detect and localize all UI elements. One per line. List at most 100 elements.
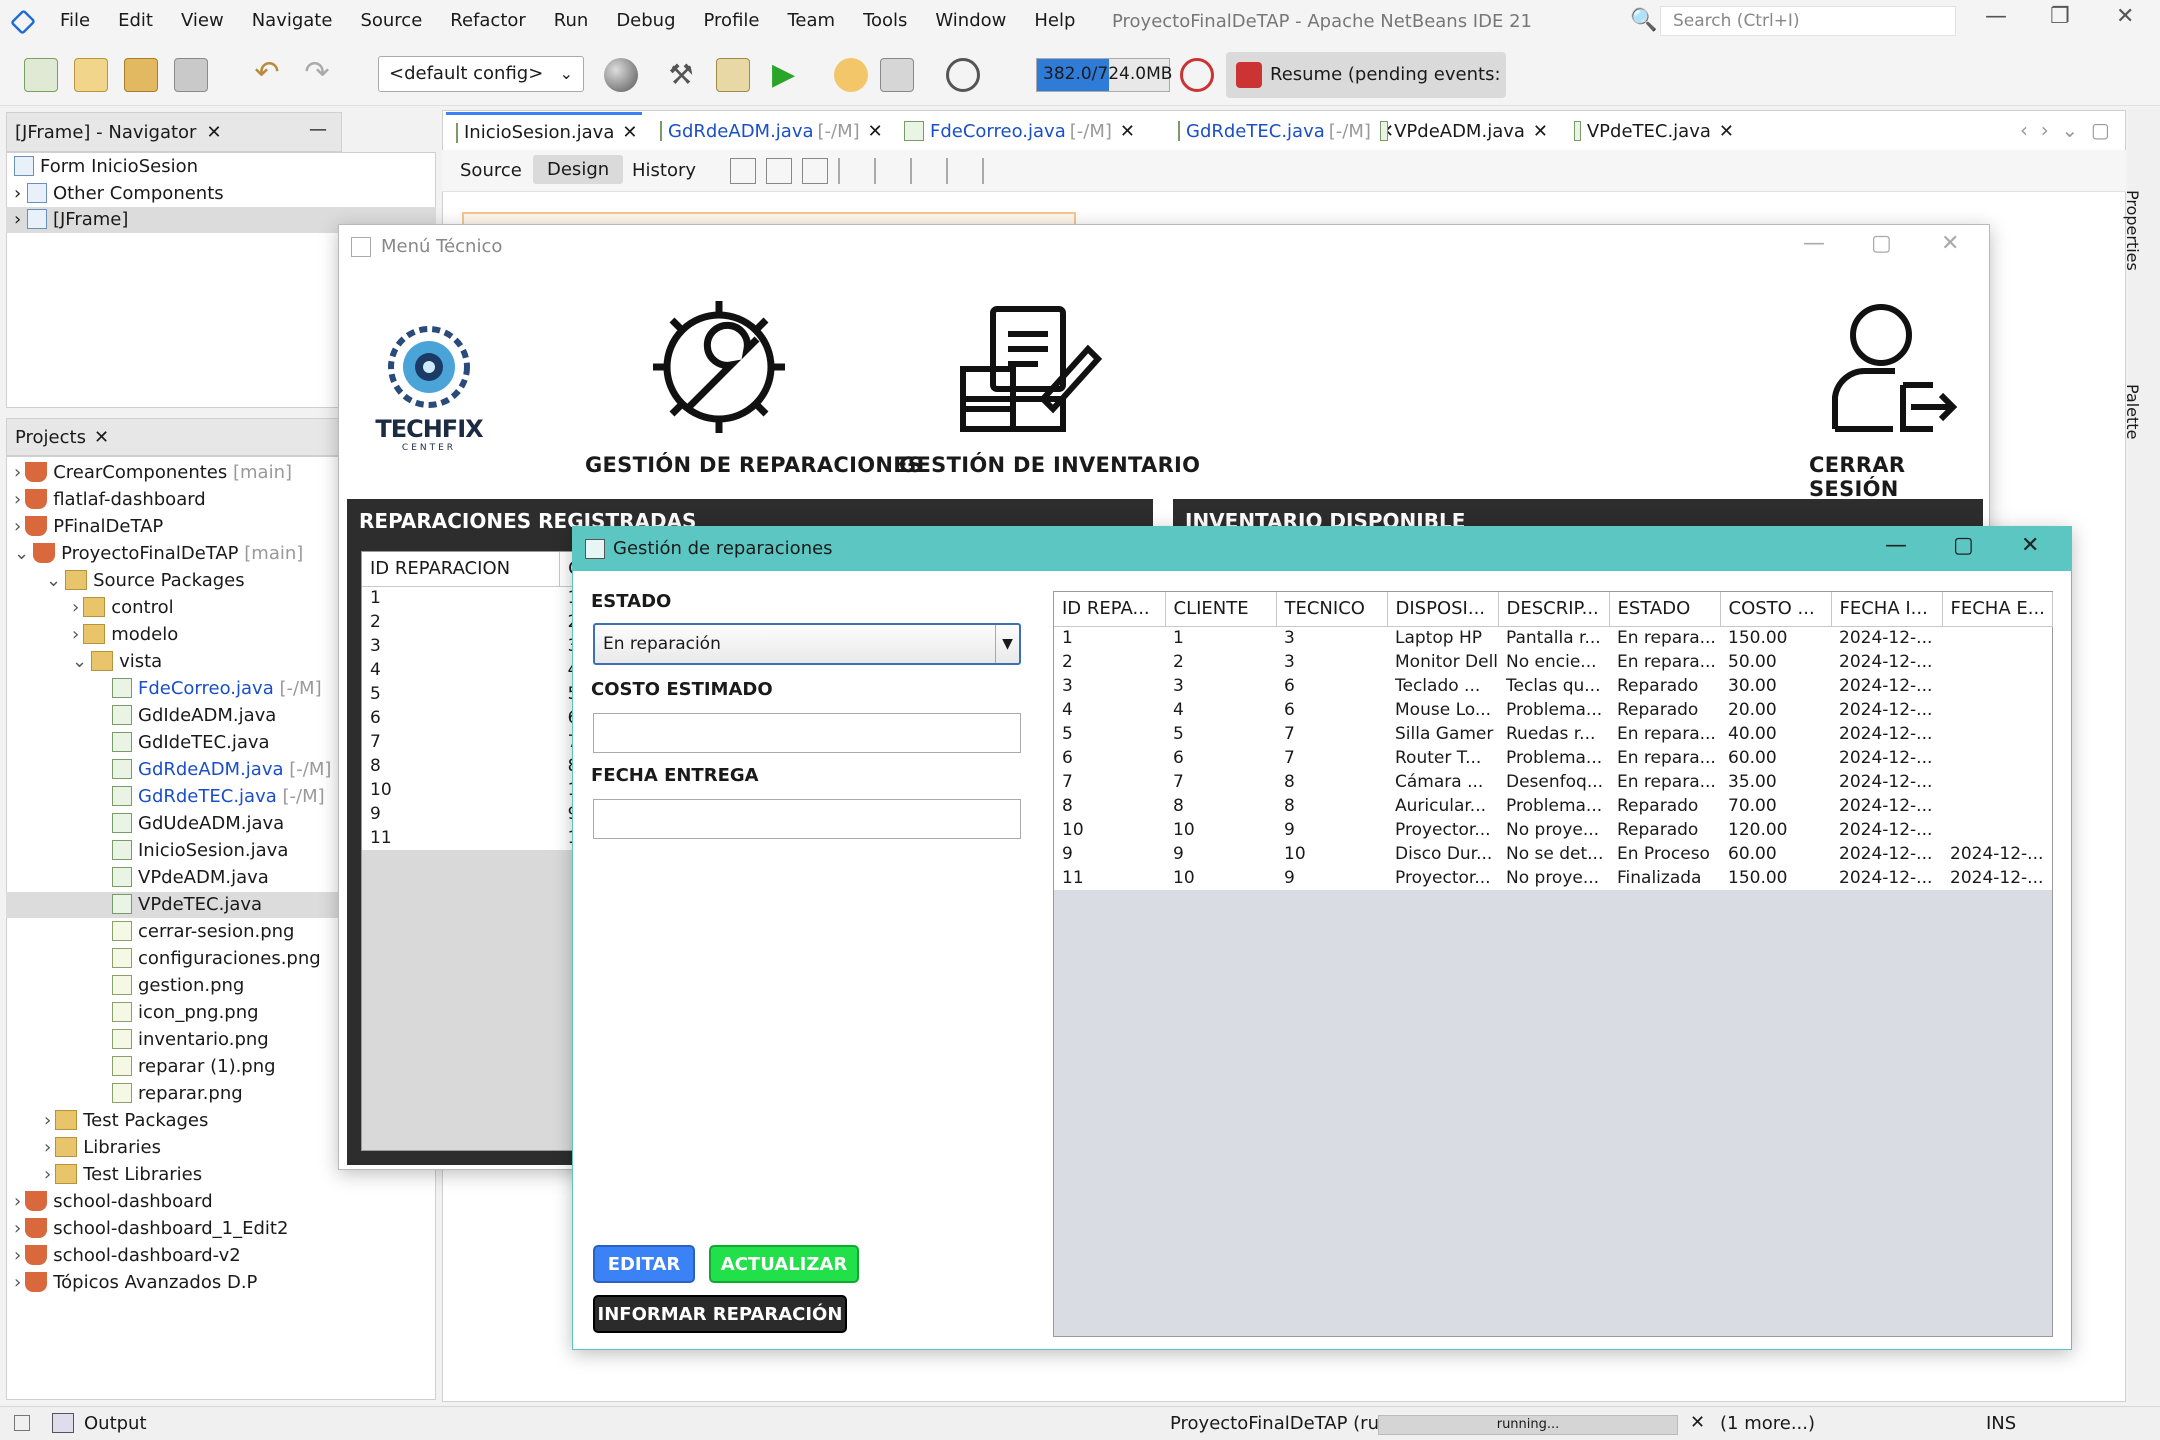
align-bottom-icon[interactable] [982,158,1008,184]
table-row[interactable]: 101 [362,778,602,802]
editor-tab-gdrdeadm-java[interactable]: GdRdeADM.java [-/M] ✕ [650,112,886,150]
editor-tab-vpdeadm-java[interactable]: VPdeADM.java ✕ [1370,112,1558,150]
project-tree-item[interactable]: › control [72,595,174,621]
chevron-icon[interactable]: › [14,516,21,537]
project-tree-item[interactable]: GdIdeTEC.java [112,730,270,756]
fecha-input[interactable] [593,799,1021,839]
table-row[interactable]: 2 2 3 Monitor Dell No encie... En repara... 50… [1054,650,2052,674]
connection-mode-icon[interactable] [766,158,792,184]
column-header[interactable]: TECNICO [1276,592,1388,627]
close-icon[interactable]: ✕ [1719,121,1734,142]
panel-toggle-icon[interactable] [14,1415,30,1431]
editor-tab-fdecorreo-java[interactable]: FdeCorreo.java [-/M] ✕ [894,112,1160,150]
chevron-icon[interactable]: › [44,1110,51,1131]
menu-item-navigate[interactable]: Navigate [252,10,333,31]
menu-item-debug[interactable]: Debug [616,10,675,31]
menu-item-team[interactable]: Team [787,10,835,31]
project-tree-item[interactable]: › school-dashboard-v2 [14,1243,241,1269]
minimize-icon[interactable]: — [309,119,327,140]
table-row[interactable]: 8 8 8 Auricular... Problema... Reparado 70.00 2… [1054,794,2052,818]
chevron-icon[interactable]: › [44,1164,51,1185]
project-tree-item[interactable]: ⌄ vista [72,649,162,675]
column-header[interactable]: ESTADO [1609,592,1721,627]
close-icon[interactable]: ✕ [2116,4,2134,29]
table-row[interactable]: 88 [362,754,602,778]
project-tree-item[interactable]: › PFinalDeTAP [14,514,163,540]
logout-icon[interactable] [1823,301,1963,441]
column-header[interactable]: DISPOSI... [1387,592,1499,627]
project-tree-item[interactable]: › flatlaf-dashboard [14,487,206,513]
profile-icon[interactable] [880,58,914,92]
project-tree-item[interactable]: reparar.png [112,1081,243,1107]
dropdown-arrow-icon[interactable]: ▼ [995,625,1019,663]
menu-item-view[interactable]: View [181,10,224,31]
gc-icon[interactable] [1180,58,1214,92]
navigator-item-other[interactable]: › Other Components [14,181,224,207]
search-input[interactable]: Search (Ctrl+I) [1660,6,1956,36]
globe-icon[interactable] [604,58,638,92]
maximize-icon[interactable]: ▢ [2091,118,2110,142]
mode-design[interactable]: Design [533,155,624,184]
undo-icon[interactable]: ↶ [250,58,284,92]
table-row[interactable]: 99 [362,802,602,826]
table-row[interactable]: 4 4 6 Mouse Lo... Problema... Reparado 20.00 20… [1054,698,2052,722]
mode-source[interactable]: Source [460,158,522,183]
table-row[interactable]: 6 6 7 Router T... Problema... En repara... 60.… [1054,746,2052,770]
redo-icon[interactable]: ↷ [300,58,334,92]
project-tree-item[interactable]: › Test Libraries [44,1162,202,1188]
project-tree-item[interactable]: › Test Packages [44,1108,208,1134]
chevron-icon[interactable]: ⌄ [14,543,29,564]
informar-reparacion-button[interactable]: INFORMAR REPARACIÓN [593,1295,847,1333]
table-row[interactable]: 11 [362,586,602,610]
project-tree-item[interactable]: GdRdeTEC.java [-/M] [112,784,325,810]
project-tree-item[interactable]: ⌄ ProyectoFinalDeTAP [main] [14,541,303,567]
table-row[interactable]: 1 1 3 Laptop HP Pantalla r... En repara... 150… [1054,626,2052,650]
output-tab[interactable]: Output [84,1413,147,1434]
project-tree-item[interactable]: gestion.png [112,973,244,999]
table-row[interactable]: 111 [362,826,602,850]
close-icon[interactable]: ✕ [206,122,221,143]
chevron-icon[interactable]: ⌄ [46,570,61,591]
more-tasks-link[interactable]: (1 more...) [1720,1413,1815,1434]
chevron-icon[interactable]: › [14,462,21,483]
minimize-icon[interactable]: — [1885,533,1907,558]
estado-select[interactable]: En reparación ▼ [593,623,1021,665]
timer-icon[interactable] [946,58,980,92]
column-header[interactable]: FECHA I... [1831,592,1943,627]
new-file-icon[interactable] [24,58,58,92]
close-icon[interactable]: ✕ [94,427,109,448]
column-header[interactable]: CLIENTE [1165,592,1277,627]
project-tree-item[interactable]: icon_png.png [112,1000,259,1026]
project-tree-item[interactable]: reparar (1).png [112,1054,276,1080]
close-icon[interactable]: ✕ [1533,121,1548,142]
project-tree-item[interactable]: ⌄ Source Packages [46,568,245,594]
chevron-icon[interactable]: › [14,1245,21,1266]
project-tree-item[interactable]: cerrar-sesion.png [112,919,294,945]
side-tab-properties[interactable]: Properties [2123,190,2142,271]
menu-item-help[interactable]: Help [1034,10,1075,31]
table-row[interactable]: 3 3 6 Teclado ... Teclas qu... Reparado 30.00 2… [1054,674,2052,698]
align-top-icon[interactable] [946,158,972,184]
chevron-icon[interactable]: › [72,597,79,618]
project-tree-item[interactable]: InicioSesion.java [112,838,288,864]
table-row[interactable]: 77 [362,730,602,754]
config-select[interactable]: <default config> ⌄ [378,56,584,92]
chevron-icon[interactable]: › [14,1191,21,1212]
align-right-icon[interactable] [874,158,900,184]
column-header[interactable]: COSTO ... [1720,592,1832,627]
navigator-item-form[interactable]: Form InicioSesion [14,154,198,180]
table-row[interactable]: 55 [362,682,602,706]
project-tree-item[interactable]: › modelo [72,622,178,648]
project-tree-item[interactable]: › school-dashboard_1_Edit2 [14,1216,288,1242]
cancel-icon[interactable]: ✕ [1690,1412,1705,1433]
gestion-reparaciones-label[interactable]: GESTIÓN DE REPARACIONES [585,453,923,477]
editar-button[interactable]: EDITAR [593,1245,695,1283]
menu-item-file[interactable]: File [60,10,90,31]
new-project-icon[interactable] [74,58,108,92]
project-tree-item[interactable]: VPdeADM.java [112,865,269,891]
editor-tab-iniciosesion-java[interactable]: InicioSesion.java ✕ [446,112,642,150]
run-icon[interactable]: ▶ [772,58,806,92]
chevron-icon[interactable]: › [14,1272,21,1293]
side-tab-palette[interactable]: Palette [2123,384,2142,439]
menu-item-edit[interactable]: Edit [118,10,153,31]
